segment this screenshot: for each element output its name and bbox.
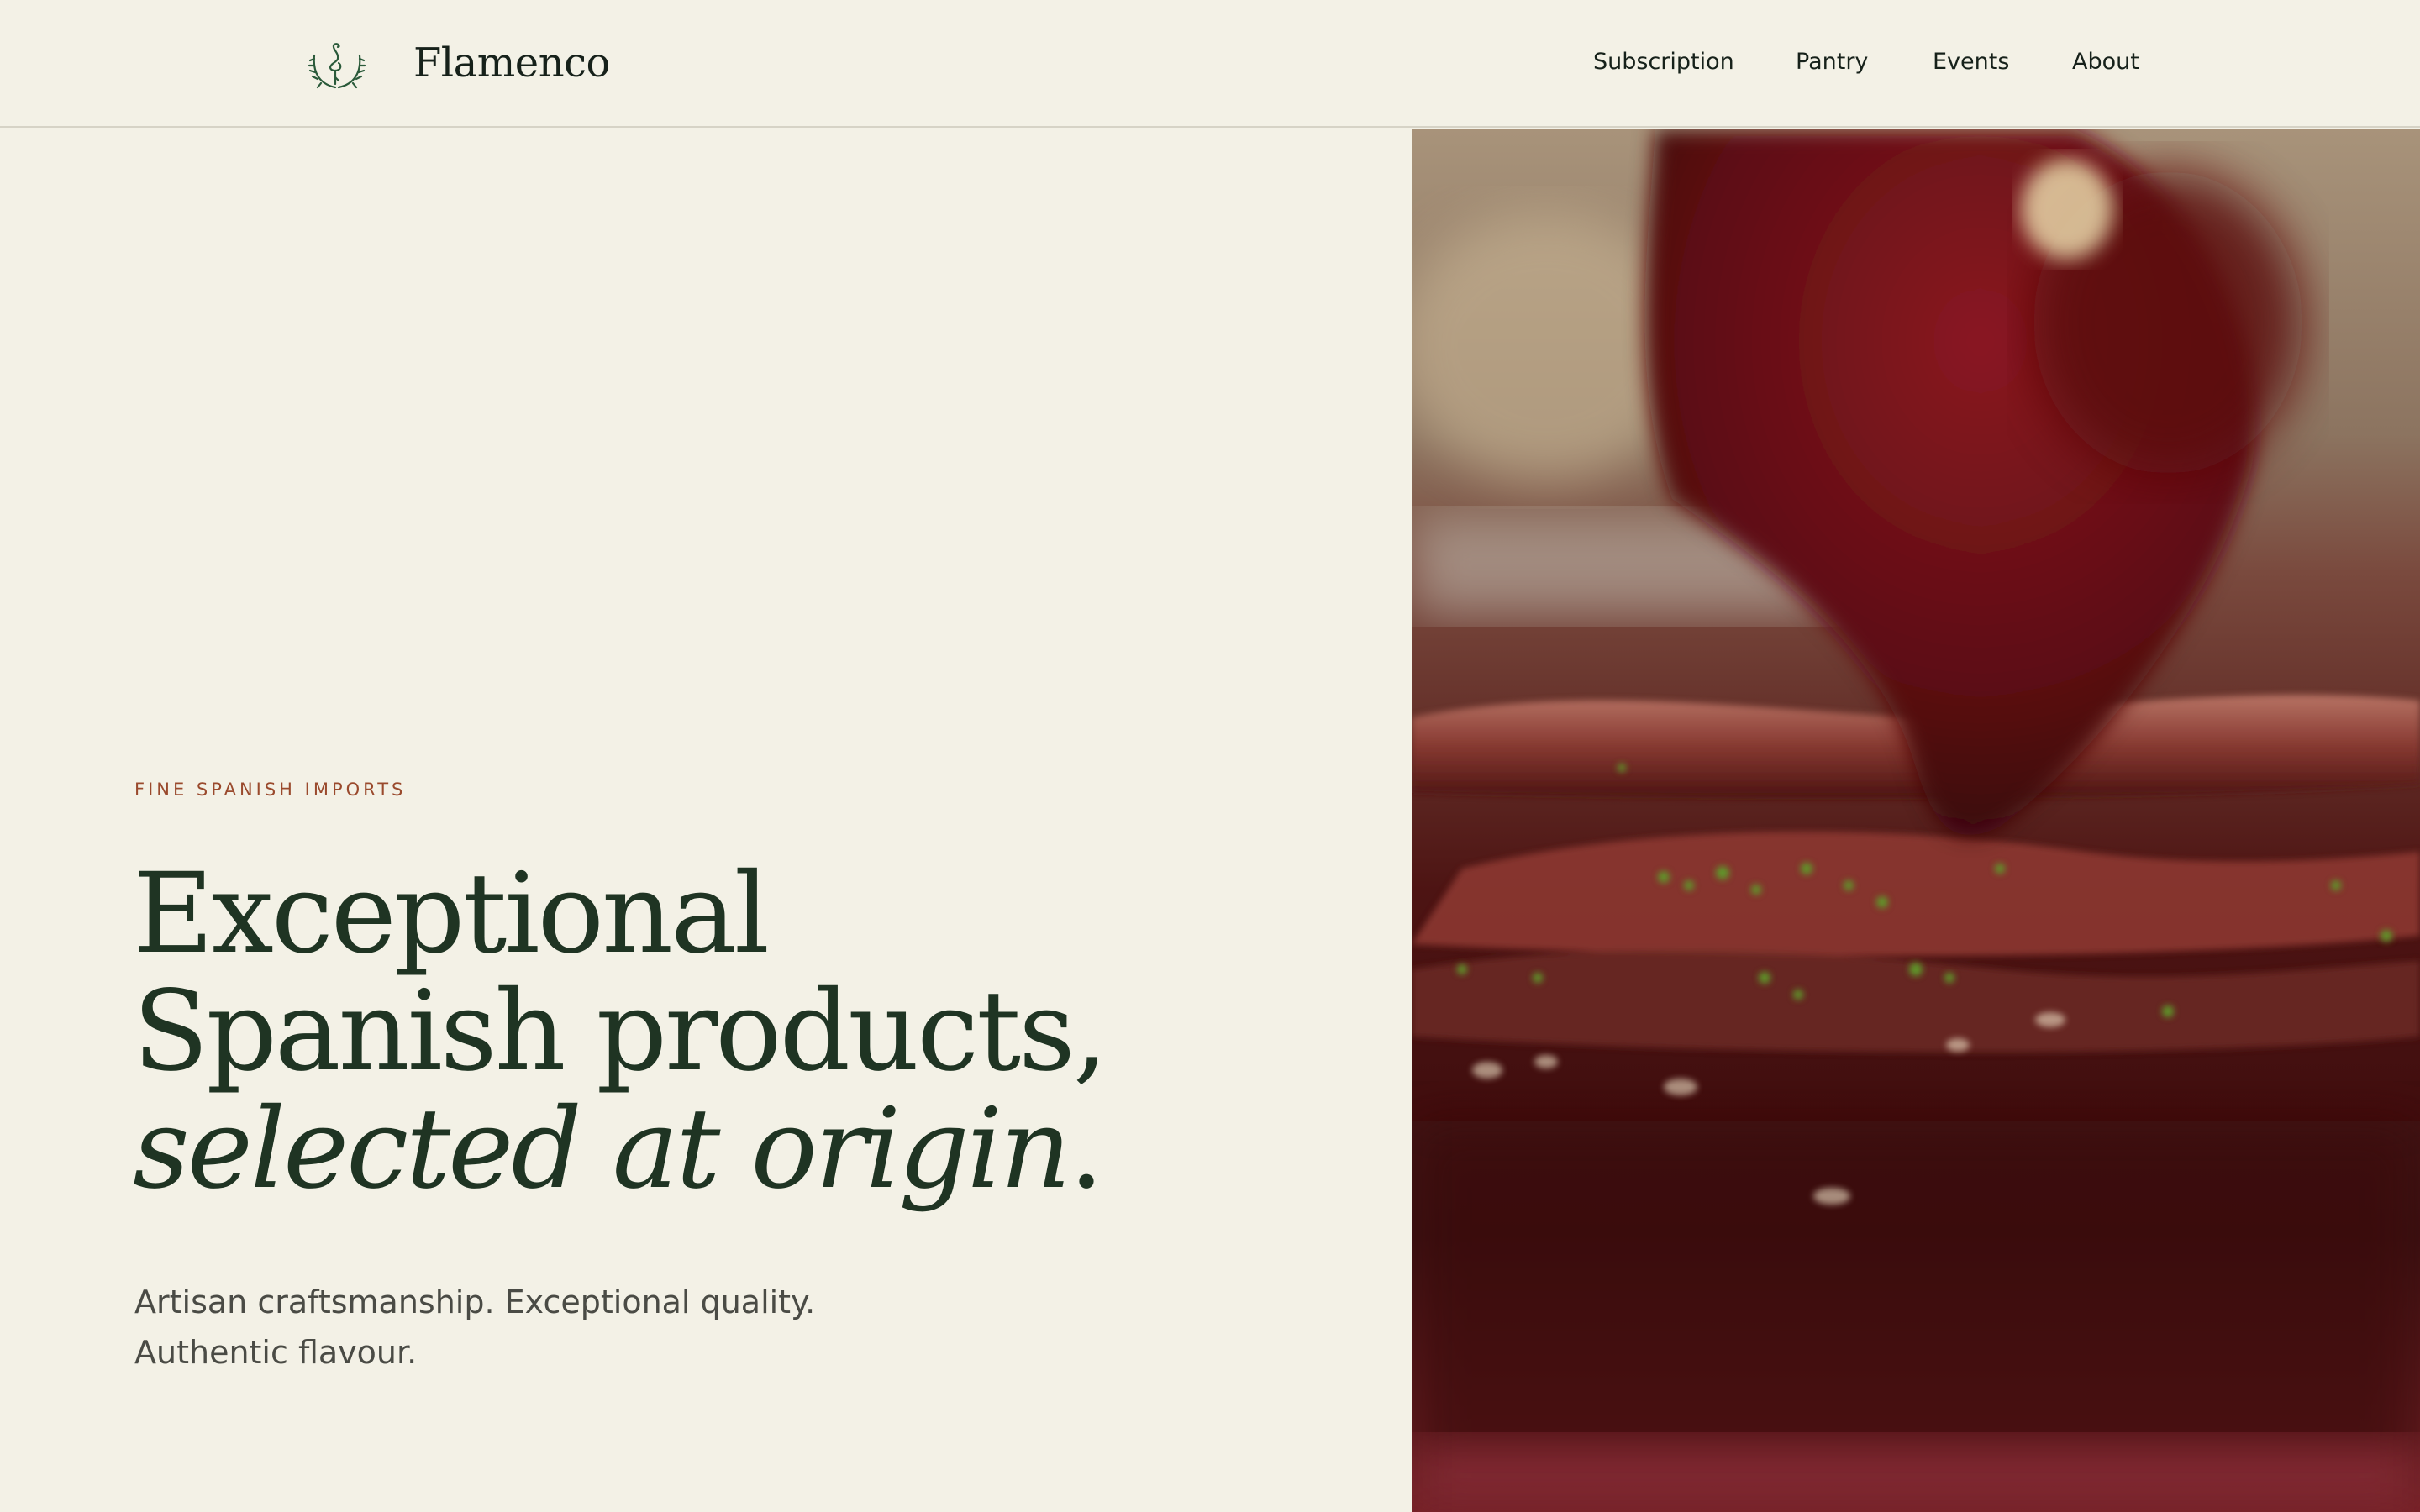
hero-subtext: Artisan craftsmanship. Exceptional quali… [134, 1277, 815, 1378]
nav-item-about[interactable]: About [2072, 44, 2139, 81]
headline-line-1: Exceptional [133, 849, 770, 979]
anchovy-fillets-video-image [1412, 129, 2420, 1512]
headline-line-2: Spanish products, [133, 967, 1108, 1096]
subtext-line-1: Artisan craftsmanship. Exceptional quali… [134, 1284, 816, 1320]
hero-headline: Exceptional Spanish products, selected a… [133, 849, 1108, 1208]
nav-item-pantry[interactable]: Pantry [1796, 44, 1868, 81]
headline-italic: selected at origin [133, 1084, 1071, 1214]
headline-period: . [1068, 1084, 1104, 1214]
hero-eyebrow: FINE SPANISH IMPORTS [134, 780, 407, 800]
subtext-line-2: Authentic flavour. [134, 1334, 418, 1371]
site-header: Flamenco Subscription Pantry Events Abou… [0, 0, 2420, 128]
headline-line-3: selected at origin. [133, 1090, 1106, 1208]
nav-item-subscription[interactable]: Subscription [1593, 44, 1734, 81]
brand-name[interactable]: Flamenco [413, 34, 610, 92]
flamingo-laurel-logo-icon[interactable] [308, 37, 366, 92]
nav-item-events[interactable]: Events [1933, 44, 2009, 81]
